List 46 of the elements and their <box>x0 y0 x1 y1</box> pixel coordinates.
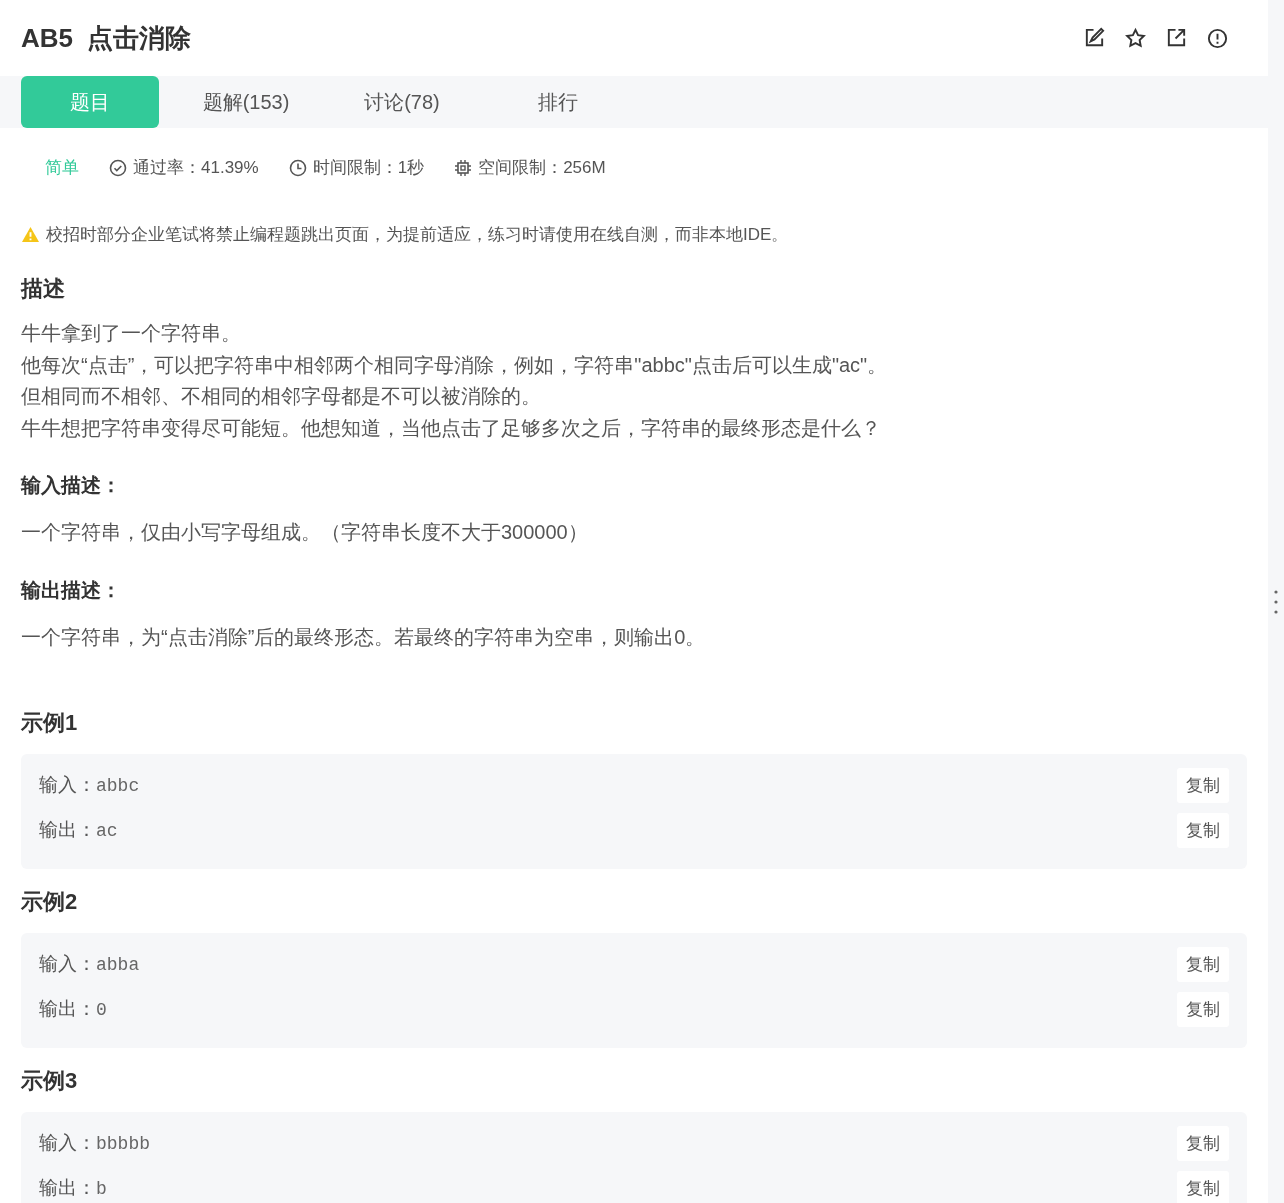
check-circle-icon <box>109 158 127 177</box>
io-label: 输入： <box>39 1131 96 1155</box>
clock-icon <box>288 158 307 177</box>
description-text: 牛牛想把字符串变得尽可能短。他想知道，当他点击了足够多次之后，字符串的最终形态是什么？ <box>21 415 882 441</box>
copy-button[interactable]: 复制 <box>1177 946 1229 982</box>
io-label: 输出： <box>39 1176 96 1200</box>
section-heading: 输出描述： <box>21 577 122 603</box>
copy-button[interactable]: 复制 <box>1177 767 1229 803</box>
warning-icon <box>21 226 40 243</box>
io-label: 输入： <box>39 952 96 976</box>
problem-title: AB5 点击消除 <box>21 21 192 55</box>
notice-text: 校招时部分企业笔试将禁止编程题跳出页面，为提前适应，练习时请使用在线自测，而非本地IDE。 <box>46 224 789 246</box>
copy-button[interactable]: 复制 <box>1177 1125 1229 1161</box>
time-limit: 时间限制：1秒 <box>312 157 425 179</box>
io-value: ac <box>96 821 118 841</box>
io-value: abba <box>96 955 140 975</box>
tab[interactable]: 题解(153) <box>177 76 315 128</box>
example-title: 示例3 <box>21 1067 79 1095</box>
pass-rate: 通过率：41.39% <box>133 157 259 179</box>
copy-button[interactable]: 复制 <box>1177 812 1229 848</box>
section-heading: 描述 <box>21 275 66 303</box>
io-value: bbbbb <box>96 1134 150 1154</box>
star-icon[interactable] <box>1124 26 1147 50</box>
drag-handle-icon[interactable] <box>1274 588 1278 615</box>
example-title: 示例1 <box>21 709 79 737</box>
tab[interactable]: 排行 <box>489 76 627 128</box>
io-value: b <box>96 1179 107 1199</box>
description-text: 一个字符串，仅由小写字母组成。（字符串长度不大于300000） <box>21 520 589 545</box>
tab[interactable]: 讨论(78) <box>333 76 471 128</box>
description-text: 但相同而不相邻、不相同的相邻字母都是不可以被消除的。 <box>21 384 542 409</box>
description-text: 他每次“点击”，可以把字符串中相邻两个相同字母消除，例如，字符串"abbc"点击后可以生成"ac"。 <box>21 352 889 378</box>
copy-button[interactable]: 复制 <box>1177 991 1229 1027</box>
io-value: 0 <box>96 1000 107 1020</box>
io-label: 输出： <box>39 818 96 842</box>
alert-icon[interactable] <box>1206 26 1229 50</box>
description-text: 牛牛拿到了一个字符串。 <box>21 321 242 346</box>
copy-button[interactable]: 复制 <box>1177 1170 1229 1203</box>
io-label: 输出： <box>39 997 96 1021</box>
io-label: 输入： <box>39 773 96 797</box>
chip-icon <box>454 158 473 177</box>
example-title: 示例2 <box>21 888 79 916</box>
description-text: 一个字符串，为“点击消除”后的最终形态。若最终的字符串为空串，则输出0。 <box>21 624 707 650</box>
io-value: abbc <box>96 776 140 796</box>
difficulty-label: 简单 <box>45 157 79 179</box>
section-heading: 输入描述： <box>21 473 122 498</box>
memory-limit: 空间限制：256M <box>478 157 606 179</box>
